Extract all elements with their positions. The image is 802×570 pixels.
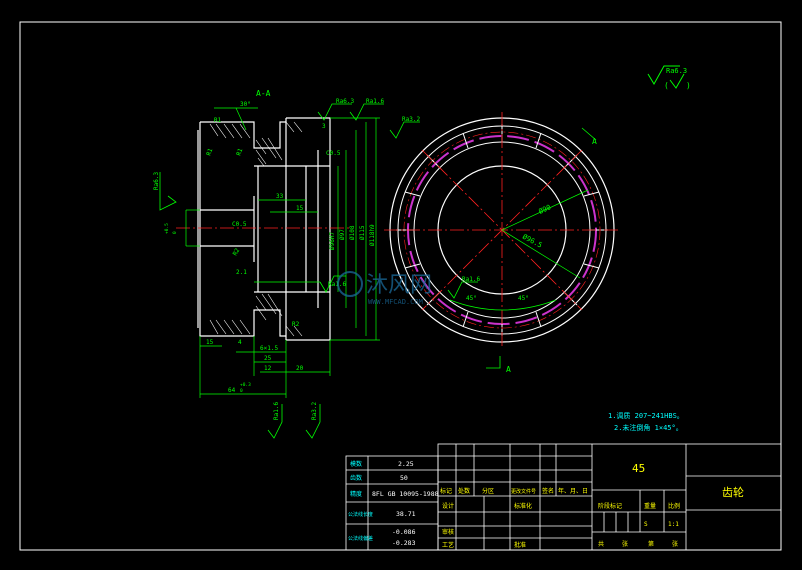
svg-text:): ) bbox=[686, 81, 691, 90]
tb-header-count: 处数 bbox=[458, 487, 470, 495]
dim-tol-top-b: 0 bbox=[240, 388, 243, 394]
dim-15-left: 15 bbox=[206, 339, 214, 346]
watermark-sub: WWW.MFCAD.COM bbox=[368, 298, 423, 306]
dim-64: 64 bbox=[228, 387, 236, 394]
cut-label-bottom: A bbox=[506, 365, 511, 374]
hatch-bottom bbox=[209, 293, 303, 337]
tb-header-zone: 分区 bbox=[482, 487, 494, 495]
front-angle-right: 45° bbox=[518, 295, 529, 302]
param-value-wk: 38.71 bbox=[396, 510, 416, 518]
watermark: 沐风网 WWW.MFCAD.COM bbox=[337, 271, 432, 306]
watermark-text: 沐风网 bbox=[366, 273, 432, 298]
svg-text:Ra1.6: Ra1.6 bbox=[273, 402, 280, 420]
tb-weight-label: 重量 bbox=[644, 502, 656, 510]
tb-process: 工艺 bbox=[442, 541, 454, 549]
svg-text:(: ( bbox=[664, 81, 669, 90]
param-value-module: 2.25 bbox=[398, 460, 414, 468]
svg-text:Ra6.3: Ra6.3 bbox=[336, 98, 354, 105]
dim-r2-b: R2 bbox=[292, 321, 300, 328]
tb-scale-ratio-mark: S bbox=[644, 521, 648, 528]
tb-sheet-count: 张 bbox=[622, 540, 628, 548]
tb-share: 共 bbox=[598, 540, 604, 548]
dim-d115: Ø115 bbox=[359, 225, 366, 240]
param-label-teeth: 齿数 bbox=[350, 474, 362, 482]
front-dim-d90: Ø90 bbox=[537, 203, 552, 216]
svg-text:Ra1.6: Ra1.6 bbox=[462, 276, 480, 283]
dim-20: 20 bbox=[296, 365, 304, 372]
section-view: A-A 30° R1 R1 R1 C0.5 C0.5 Ø96H7 Ø97 Ø10… bbox=[153, 89, 420, 439]
tb-scale-label: 比例 bbox=[668, 502, 680, 510]
hatch-top bbox=[209, 121, 303, 167]
svg-text:Ra3.2: Ra3.2 bbox=[311, 402, 318, 420]
dim-12: 12 bbox=[264, 365, 272, 372]
dim-d108: Ø108 bbox=[349, 225, 356, 240]
dim-r1-b: R1 bbox=[205, 147, 214, 157]
dim-tol-top-a: +0.3 bbox=[240, 382, 251, 388]
param-value-accuracy: 8FL GB 10095-1988 bbox=[372, 490, 439, 498]
tb-approve: 批准 bbox=[514, 541, 526, 549]
param-value-wk-dev-upper: -0.086 bbox=[392, 528, 416, 536]
general-roughness-label: Ra6.3 bbox=[666, 67, 687, 75]
tb-sheet: 第 bbox=[648, 540, 654, 548]
general-roughness-mark: Ra6.3 ( ) bbox=[647, 65, 691, 90]
dim-15-inner: 15 bbox=[296, 205, 304, 212]
tb-header-mark: 标记 bbox=[440, 487, 452, 495]
param-value-teeth: 50 bbox=[400, 474, 408, 482]
dim-tol-left-b: 0 bbox=[172, 231, 178, 234]
dim-r2-a: R2 bbox=[232, 247, 242, 257]
dim-d96h7: Ø96H7 bbox=[329, 232, 336, 250]
drawing-canvas: Ra6.3 ( ) A-A 30° R1 R1 R1 C0.5 C0.5 Ø96… bbox=[19, 21, 782, 551]
tb-scale-value: 1:1 bbox=[668, 521, 679, 528]
roughness-marks-section: Ra6.3 Ra1.6 Ra3.2 Ra6.3 Ra1.6 Ra1.6 Ra3.… bbox=[153, 98, 420, 439]
dim-r1-c: R1 bbox=[235, 147, 244, 157]
svg-text:Ra6.3: Ra6.3 bbox=[153, 172, 160, 190]
tb-standardize: 标准化 bbox=[514, 502, 532, 510]
tb-header-change: 更改文件号 bbox=[511, 488, 536, 495]
param-label-wk-dev: 公法线偏差 bbox=[348, 535, 373, 542]
dim-d118h9: Ø118h9 bbox=[369, 224, 376, 246]
tb-review: 审核 bbox=[442, 528, 454, 536]
param-label-module: 模数 bbox=[350, 460, 362, 468]
tb-sheet-of: 张 bbox=[672, 540, 678, 548]
note-2: 2.未注倒角 1×45°。 bbox=[614, 423, 683, 432]
front-angle-left: 45° bbox=[466, 295, 477, 302]
dim-tol-left-a: +0.5 bbox=[164, 223, 170, 234]
dim-c05-left: C0.5 bbox=[232, 221, 247, 228]
tb-material: 45 bbox=[632, 462, 645, 475]
tb-design: 设计 bbox=[442, 502, 454, 510]
svg-text:Ra1.6: Ra1.6 bbox=[366, 98, 384, 105]
svg-text:Ra3.2: Ra3.2 bbox=[402, 116, 420, 123]
technical-notes: 1.调质 207~241HBS。 2.未注倒角 1×45°。 bbox=[608, 411, 684, 432]
param-label-accuracy: 精度 bbox=[350, 490, 362, 498]
front-dim-d965: Ø96.5 bbox=[521, 233, 543, 250]
tb-header-date: 年、月、日 bbox=[558, 487, 588, 495]
tb-stage-label: 阶段标记 bbox=[598, 502, 622, 510]
cut-label-top: A bbox=[592, 137, 597, 146]
section-label: A-A bbox=[256, 89, 271, 98]
dim-6x15: 6×1.5 bbox=[260, 345, 278, 352]
dim-r1-a: R1 bbox=[214, 117, 222, 124]
param-label-wk: 公法线长度 bbox=[348, 511, 373, 518]
front-view: A A Ø90 Ø96.5 45° 45° Ra1.6 bbox=[384, 112, 620, 374]
dim-4: 4 bbox=[238, 339, 242, 346]
dim-21: 2.1 bbox=[236, 269, 247, 276]
dim-d97: Ø97 bbox=[339, 229, 346, 240]
note-1: 1.调质 207~241HBS。 bbox=[608, 411, 684, 420]
tb-header-sign: 签名 bbox=[542, 487, 554, 495]
dim-c05-top: C0.5 bbox=[326, 150, 341, 157]
param-value-wk-dev-lower: -0.283 bbox=[392, 539, 416, 547]
dim-33: 33 bbox=[276, 193, 284, 200]
dim-25: 25 bbox=[264, 355, 272, 362]
tb-part-name: 齿轮 bbox=[722, 485, 744, 499]
dim-3: 3 bbox=[322, 123, 326, 130]
dim-angle-30: 30° bbox=[240, 101, 251, 108]
